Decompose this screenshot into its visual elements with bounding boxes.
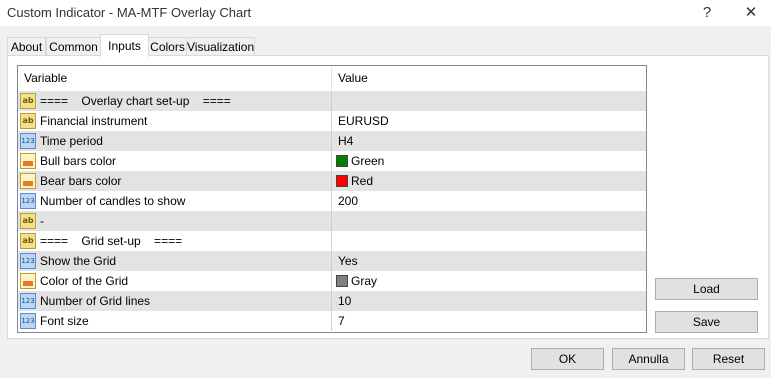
value-text: Gray bbox=[351, 274, 378, 288]
value-cell[interactable]: 7 bbox=[332, 311, 646, 331]
variable-label: - bbox=[40, 214, 44, 228]
variable-cell: Color of the Grid bbox=[18, 271, 332, 291]
integer-type-icon: 123 bbox=[20, 193, 36, 209]
value-text: 7 bbox=[338, 314, 345, 328]
variable-cell: ab Financial instrument bbox=[18, 111, 332, 131]
value-cell[interactable]: Green bbox=[332, 151, 646, 171]
color-type-icon bbox=[20, 173, 36, 189]
table-row[interactable]: 123 Font size 7 bbox=[18, 311, 646, 331]
inputs-grid: Variable Value ab ==== Overlay chart set-… bbox=[17, 65, 647, 333]
color-swatch bbox=[336, 155, 348, 167]
value-text: Red bbox=[351, 174, 374, 188]
variable-label: Number of Grid lines bbox=[40, 294, 151, 308]
tab-about[interactable]: About bbox=[7, 37, 46, 56]
table-row[interactable]: Color of the Grid Gray bbox=[18, 271, 646, 291]
variable-label: ==== Overlay chart set-up ==== bbox=[40, 94, 231, 108]
integer-type-icon: 123 bbox=[20, 293, 36, 309]
value-cell[interactable]: H4 bbox=[332, 131, 646, 151]
table-row[interactable]: 123 Number of candles to show 200 bbox=[18, 191, 646, 211]
table-row[interactable]: ab ==== Overlay chart set-up ==== bbox=[18, 91, 646, 111]
value-text: Green bbox=[351, 154, 385, 168]
variable-label: Time period bbox=[40, 134, 103, 148]
column-header-value[interactable]: Value bbox=[332, 66, 646, 91]
color-type-icon bbox=[20, 273, 36, 289]
help-button[interactable]: ? bbox=[692, 2, 722, 24]
variable-label: Bear bars color bbox=[40, 174, 122, 188]
value-text: Yes bbox=[338, 254, 358, 268]
value-cell[interactable]: 10 bbox=[332, 291, 646, 311]
value-cell[interactable]: 200 bbox=[332, 191, 646, 211]
variable-cell: Bull bars color bbox=[18, 151, 332, 171]
variable-cell: ab - bbox=[18, 211, 332, 231]
string-type-icon: ab bbox=[20, 113, 36, 129]
table-row[interactable]: Bear bars color Red bbox=[18, 171, 646, 191]
value-cell[interactable] bbox=[332, 211, 646, 231]
value-cell[interactable]: Gray bbox=[332, 271, 646, 291]
tab-common[interactable]: Common bbox=[46, 37, 101, 56]
variable-label: Number of candles to show bbox=[40, 194, 186, 208]
string-type-icon: ab bbox=[20, 93, 36, 109]
variable-label: Financial instrument bbox=[40, 114, 148, 128]
tab-colors[interactable]: Colors bbox=[148, 37, 187, 56]
table-row[interactable]: 123 Show the Grid Yes bbox=[18, 251, 646, 271]
close-button[interactable]: ✕ bbox=[736, 2, 766, 24]
string-type-icon: ab bbox=[20, 233, 36, 249]
value-cell[interactable]: Yes bbox=[332, 251, 646, 271]
variable-label: Bull bars color bbox=[40, 154, 117, 168]
integer-type-icon: 123 bbox=[20, 253, 36, 269]
table-row[interactable]: ab - bbox=[18, 211, 646, 231]
color-swatch bbox=[336, 175, 348, 187]
color-type-icon bbox=[20, 153, 36, 169]
value-text: 10 bbox=[338, 294, 352, 308]
value-text: 200 bbox=[338, 194, 359, 208]
table-row[interactable]: 123 Time period H4 bbox=[18, 131, 646, 151]
variable-label: Show the Grid bbox=[40, 254, 117, 268]
grid-header: Variable Value bbox=[18, 66, 646, 91]
variable-label: Color of the Grid bbox=[40, 274, 129, 288]
table-row[interactable]: ab ==== Grid set-up ==== bbox=[18, 231, 646, 251]
variable-cell: 123 Number of candles to show bbox=[18, 191, 332, 211]
integer-type-icon: 123 bbox=[20, 313, 36, 329]
variable-cell: 123 Time period bbox=[18, 131, 332, 151]
integer-type-icon: 123 bbox=[20, 133, 36, 149]
cancel-button[interactable]: Annulla bbox=[612, 348, 685, 370]
load-button[interactable]: Load bbox=[655, 278, 758, 300]
value-cell[interactable]: EURUSD bbox=[332, 111, 646, 131]
value-text: EURUSD bbox=[338, 114, 389, 128]
tab-visualization[interactable]: Visualization bbox=[186, 37, 255, 56]
color-swatch bbox=[336, 275, 348, 287]
variable-cell: ab ==== Grid set-up ==== bbox=[18, 231, 332, 251]
string-type-icon: ab bbox=[20, 213, 36, 229]
variable-label: Font size bbox=[40, 314, 89, 328]
reset-button[interactable]: Reset bbox=[692, 348, 765, 370]
value-cell[interactable] bbox=[332, 91, 646, 111]
value-cell[interactable]: Red bbox=[332, 171, 646, 191]
value-cell[interactable] bbox=[332, 231, 646, 251]
value-text: H4 bbox=[338, 134, 354, 148]
table-row[interactable]: Bull bars color Green bbox=[18, 151, 646, 171]
variable-cell: Bear bars color bbox=[18, 171, 332, 191]
ok-button[interactable]: OK bbox=[531, 348, 604, 370]
variable-cell: 123 Font size bbox=[18, 311, 332, 331]
variable-cell: ab ==== Overlay chart set-up ==== bbox=[18, 91, 332, 111]
table-row[interactable]: ab Financial instrument EURUSD bbox=[18, 111, 646, 131]
title-bar: Custom Indicator - MA-MTF Overlay Chart … bbox=[0, 0, 771, 26]
column-header-variable[interactable]: Variable bbox=[18, 66, 332, 91]
variable-label: ==== Grid set-up ==== bbox=[40, 234, 183, 248]
window-title: Custom Indicator - MA-MTF Overlay Chart bbox=[7, 5, 252, 20]
tab-inputs[interactable]: Inputs bbox=[100, 34, 149, 57]
variable-cell: 123 Show the Grid bbox=[18, 251, 332, 271]
variable-cell: 123 Number of Grid lines bbox=[18, 291, 332, 311]
save-button[interactable]: Save bbox=[655, 311, 758, 333]
table-row[interactable]: 123 Number of Grid lines 10 bbox=[18, 291, 646, 311]
